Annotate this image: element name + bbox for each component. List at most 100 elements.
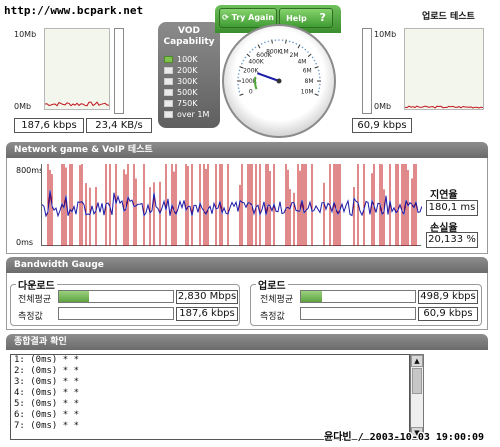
vod-level-item: over 1M bbox=[158, 109, 220, 120]
gauge-minor-dot bbox=[301, 46, 304, 49]
refresh-icon: ⟳ bbox=[222, 13, 229, 22]
download-chart: 10Mb 0Mb bbox=[14, 28, 110, 114]
upload-measured-bar bbox=[300, 307, 416, 320]
upload-speed-value: 60,9 kbps bbox=[352, 118, 412, 133]
upload-chart-ymin: 0Mb bbox=[374, 102, 392, 111]
gauge-tick bbox=[239, 93, 244, 96]
network-ymax: 800ms bbox=[16, 166, 44, 175]
upload-avg-fill bbox=[301, 291, 322, 302]
download-series bbox=[45, 101, 109, 107]
gauge-minor-dot bbox=[260, 43, 263, 45]
gauge-minor-dot bbox=[304, 48, 307, 51]
vod-level-label: over 1M bbox=[177, 110, 210, 119]
download-measured-bar bbox=[58, 307, 174, 320]
gauge-tick-label: 0 bbox=[249, 88, 253, 95]
download-measured-label: 측정값 bbox=[18, 312, 43, 322]
gauge-minor-dot bbox=[251, 48, 254, 51]
vod-indicator bbox=[164, 89, 173, 96]
vod-capability-panel: VOD Capability 100K 200K 300K 500K 750K over … bbox=[158, 22, 220, 128]
vod-level-item: 750K bbox=[158, 98, 220, 109]
upload-chart: 10Mb 0Mb bbox=[374, 28, 484, 114]
latency-chart bbox=[41, 164, 423, 246]
gauge-minor-dot bbox=[292, 41, 294, 44]
vod-level-item: 500K bbox=[158, 87, 220, 98]
gauge-minor-dot bbox=[288, 40, 291, 43]
summary-line: 4: (0ms) * * bbox=[14, 388, 80, 398]
gauge-tick-label: 400K bbox=[248, 59, 264, 66]
vod-level-label: 750K bbox=[177, 99, 198, 108]
gauge-minor-dot bbox=[318, 73, 321, 75]
gauge-minor-dot bbox=[254, 46, 257, 49]
gauge-minor-dot bbox=[237, 87, 240, 89]
upload-series bbox=[405, 105, 483, 109]
scroll-thumb[interactable] bbox=[412, 368, 422, 394]
upload-gauge-title: 업로드 bbox=[256, 277, 288, 292]
download-measured-value: 187,6 kbps bbox=[176, 307, 238, 321]
vod-level-item: 200K bbox=[158, 65, 220, 76]
gauge-minor-dot bbox=[237, 83, 239, 86]
gauge-minor-dot bbox=[278, 39, 280, 41]
vod-level-label: 100K bbox=[177, 55, 198, 64]
speed-gauge: 0 100K 200K 400K 600K 800K 1M 2M 4M 6M 8M 10M bbox=[222, 24, 336, 138]
gauge-tick bbox=[314, 66, 319, 69]
gauge-minor-dot bbox=[315, 62, 317, 65]
try-again-label: Try Again bbox=[231, 13, 274, 22]
gauge-dial: 0100K200K400K600K800K1M2M4M6M8M10M bbox=[237, 39, 321, 96]
latency-value: 180,1 ms bbox=[426, 200, 478, 216]
question-icon: ? bbox=[319, 11, 326, 24]
summary-line: 2: (0ms) * * bbox=[14, 366, 80, 376]
gauge-minor-dot bbox=[244, 56, 247, 59]
download-speed-kbs: 23,4 KB/s bbox=[86, 118, 152, 133]
gauge-tick bbox=[314, 93, 319, 96]
vod-level-item: 100K bbox=[158, 54, 220, 65]
upload-avg-value: 498,9 kbps bbox=[418, 290, 478, 304]
gauge-minor-dot bbox=[238, 69, 241, 72]
summary-line: 1: (0ms) * * bbox=[14, 355, 80, 365]
gauge-minor-dot bbox=[238, 90, 241, 93]
gauge-tick bbox=[297, 44, 301, 49]
network-section-header: Network game & VoIP 테스트 bbox=[6, 142, 488, 158]
bandwidth-section-header: Bandwidth Gauge bbox=[6, 257, 488, 273]
upload-avg-bar bbox=[300, 290, 416, 303]
download-avg-value: 2,830 Mbps bbox=[176, 290, 238, 304]
vod-level-item: 300K bbox=[158, 76, 220, 87]
gauge-hub bbox=[276, 78, 282, 84]
vod-title-1: VOD bbox=[178, 26, 200, 36]
gauge-needle bbox=[256, 72, 280, 82]
vod-level-label: 300K bbox=[177, 77, 198, 86]
help-label: Help bbox=[286, 14, 307, 23]
gauge-minor-dot bbox=[318, 87, 321, 89]
summary-line: 3: (0ms) * * bbox=[14, 377, 80, 387]
network-ymin: 0ms bbox=[16, 238, 34, 247]
gauge-tick bbox=[257, 44, 261, 49]
download-chart-ymin: 0Mb bbox=[14, 102, 32, 111]
download-avg-label: 전체평균 bbox=[18, 295, 52, 305]
gauge-tick bbox=[285, 39, 287, 44]
gauge-minor-dot bbox=[319, 83, 321, 86]
upload-avg-label: 전체평균 bbox=[260, 295, 294, 305]
download-chart-ymax: 10Mb bbox=[14, 30, 37, 39]
download-avg-fill bbox=[59, 291, 89, 302]
vod-indicator bbox=[164, 100, 173, 107]
gauge-minor-dot bbox=[237, 73, 240, 75]
summary-section-header: 종합결과 확인 bbox=[6, 334, 488, 350]
vod-level-label: 200K bbox=[177, 66, 198, 75]
watermark-timestamp: 윤다빈 / 2003-10-03 19:00:09 bbox=[324, 432, 485, 443]
gauge-minor-dot bbox=[267, 40, 270, 43]
gauge-tick bbox=[271, 39, 273, 44]
gauge-minor-dot bbox=[264, 41, 266, 44]
gauge-minor-dot bbox=[319, 76, 321, 79]
scroll-up-icon[interactable]: ▲ bbox=[411, 355, 423, 367]
upload-measured-label: 측정값 bbox=[260, 312, 285, 322]
latency-label: 지연율 bbox=[430, 190, 458, 201]
upload-test-title: 업로드 테스트 bbox=[422, 12, 475, 22]
gauge-minor-dot bbox=[307, 51, 309, 53]
gauge-minor-dot bbox=[313, 59, 316, 62]
gauge-tick-label: 8M bbox=[305, 78, 314, 85]
vod-indicator bbox=[164, 56, 173, 63]
gauge-minor-dot bbox=[295, 43, 298, 45]
download-level-bar bbox=[114, 28, 124, 114]
gauge-minor-dot bbox=[241, 62, 243, 65]
gauge-tick-label: 10M bbox=[301, 88, 314, 95]
gauge-minor-dot bbox=[317, 69, 320, 72]
